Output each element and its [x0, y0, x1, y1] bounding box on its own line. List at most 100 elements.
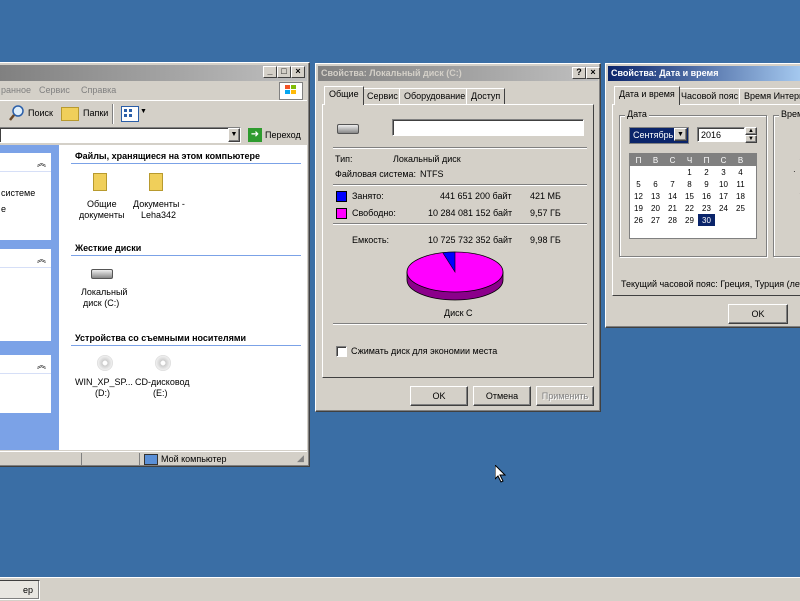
calendar-day[interactable]: 13 — [647, 190, 664, 202]
shared-docs-item[interactable]: Общие документы — [79, 169, 129, 220]
views-dropdown-icon[interactable]: ▼ — [140, 108, 147, 115]
menu-help[interactable]: Справка — [81, 85, 116, 95]
month-select[interactable]: Сентябрь ▼ — [629, 127, 689, 144]
calendar-day[interactable]: 3 — [715, 166, 732, 178]
free-label: Свободно: — [352, 208, 396, 218]
task-panel-3-header[interactable]: ︽ — [0, 355, 51, 374]
year-spinner[interactable]: 2016 — [697, 127, 745, 142]
close-button[interactable]: × — [291, 66, 305, 78]
taskbar-item[interactable]: ер — [0, 580, 40, 600]
calendar-day[interactable]: 23 — [698, 202, 715, 214]
views-icon[interactable] — [121, 106, 139, 122]
calendar-day[interactable]: 5 — [630, 178, 647, 190]
compress-checkbox[interactable] — [336, 346, 347, 357]
tab-tools[interactable]: Сервис — [362, 88, 403, 104]
task-panel-3: ︽ — [0, 355, 51, 413]
search-button[interactable]: Поиск — [28, 108, 53, 118]
calendar-day[interactable]: 6 — [647, 178, 664, 190]
apply-button[interactable]: Применить — [536, 386, 594, 406]
task-link-system[interactable]: системе — [1, 188, 35, 198]
winxp-drive-item[interactable]: WIN_XP_SP... (D:) — [75, 353, 135, 403]
address-dropdown-button[interactable]: ▼ — [228, 128, 240, 142]
calendar-day[interactable]: 17 — [715, 190, 732, 202]
hard-disk-icon — [91, 269, 113, 279]
close-button[interactable]: × — [586, 67, 600, 79]
menu-favorites[interactable]: ранное — [1, 85, 31, 95]
calendar-day[interactable]: 27 — [647, 214, 664, 226]
cancel-button[interactable]: Отмена — [473, 386, 531, 406]
tab-internet-time[interactable]: Время Интерне — [739, 88, 800, 104]
resize-grip-icon[interactable]: ◢ — [297, 453, 304, 464]
address-input[interactable] — [0, 127, 241, 143]
tab-date-time[interactable]: Дата и время — [614, 86, 680, 105]
calendar-day[interactable]: 25 — [732, 202, 749, 214]
calendar-day[interactable]: 22 — [681, 202, 698, 214]
minimize-button[interactable]: _ — [263, 66, 277, 78]
calendar-day[interactable]: 21 — [664, 202, 681, 214]
calendar-day[interactable]: 2 — [698, 166, 715, 178]
computer-icon — [144, 454, 158, 465]
section-stored-files: Файлы, хранящиеся на этом компьютере — [75, 151, 260, 161]
calendar-day[interactable]: 18 — [732, 190, 749, 202]
tab-general[interactable]: Общие — [324, 86, 364, 105]
task-panel-2: ︽ — [0, 249, 51, 341]
used-label: Занято: — [352, 191, 384, 201]
month-dropdown-button[interactable]: ▼ — [674, 128, 687, 141]
year-down-button[interactable]: ▼ — [745, 135, 757, 143]
calendar-day[interactable]: 1 — [681, 166, 698, 178]
section-divider — [71, 345, 301, 346]
folders-button[interactable]: Папки — [83, 108, 108, 118]
weekday-label: П — [703, 155, 710, 165]
calendar-day[interactable]: 8 — [681, 178, 698, 190]
collapse-icon[interactable]: ︽ — [37, 156, 46, 169]
task-link-other[interactable]: е — [1, 204, 6, 214]
disk-name-input[interactable] — [392, 119, 584, 136]
cd-drive-item[interactable]: CD-дисковод (E:) — [135, 353, 195, 403]
ok-button[interactable]: OK — [410, 386, 468, 406]
calendar-day[interactable]: 11 — [732, 178, 749, 190]
calendar-day[interactable]: 24 — [715, 202, 732, 214]
help-button[interactable]: ? — [572, 67, 586, 79]
calendar-day[interactable]: 28 — [664, 214, 681, 226]
calendar-day[interactable]: 20 — [647, 202, 664, 214]
calendar-day[interactable]: 14 — [664, 190, 681, 202]
weekday-label: В — [652, 155, 659, 165]
year-up-button[interactable]: ▲ — [745, 127, 757, 135]
task-panel-1-header[interactable]: ︽ — [0, 153, 51, 171]
calendar-day[interactable]: 10 — [715, 178, 732, 190]
status-location: Мой компьютер — [161, 454, 227, 464]
timezone-label: Текущий часовой пояс: Греция, Турция (ле… — [621, 279, 800, 289]
filesystem-value: NTFS — [420, 169, 444, 179]
folders-icon — [61, 107, 79, 121]
tab-timezone[interactable]: Часовой пояс — [676, 88, 744, 104]
maximize-button[interactable]: □ — [277, 66, 291, 78]
calendar-day[interactable]: 19 — [630, 202, 647, 214]
calendar-empty — [664, 166, 681, 178]
content-area: ︽ системе е ︽ ︽ Файлы, хранящиеся на это… — [0, 145, 307, 450]
calendar-day[interactable]: 12 — [630, 190, 647, 202]
free-human: 9,57 ГБ — [530, 208, 561, 218]
calendar-day[interactable]: 30 — [698, 214, 715, 226]
datetime-dialog: Свойства: Дата и время Дата и время Часо… — [605, 63, 800, 328]
explorer-window: _ □ × ранное Сервис Справка Поиск Папки … — [0, 62, 310, 467]
calendar-day[interactable]: 26 — [630, 214, 647, 226]
dialog-title: Свойства: Локальный диск (C:) — [318, 66, 598, 81]
local-disk-item[interactable]: Локальный диск (C:) — [75, 265, 127, 315]
tab-hardware[interactable]: Оборудование — [399, 88, 471, 104]
go-button[interactable]: Переход — [265, 130, 301, 140]
calendar-day[interactable]: 16 — [698, 190, 715, 202]
tab-sharing[interactable]: Доступ — [466, 88, 506, 104]
collapse-icon[interactable]: ︽ — [37, 358, 46, 371]
calendar-day[interactable]: 29 — [681, 214, 698, 226]
toolbar-divider — [112, 104, 114, 124]
go-arrow-icon: ➜ — [248, 128, 262, 142]
user-docs-item[interactable]: Документы - Leha342 — [133, 169, 193, 220]
task-panel-2-header[interactable]: ︽ — [0, 249, 51, 268]
collapse-icon[interactable]: ︽ — [37, 252, 46, 265]
calendar-day[interactable]: 4 — [732, 166, 749, 178]
menu-tools[interactable]: Сервис — [39, 85, 70, 95]
calendar-day[interactable]: 9 — [698, 178, 715, 190]
calendar-day[interactable]: 7 — [664, 178, 681, 190]
ok-button[interactable]: OK — [728, 304, 788, 324]
calendar-day[interactable]: 15 — [681, 190, 698, 202]
